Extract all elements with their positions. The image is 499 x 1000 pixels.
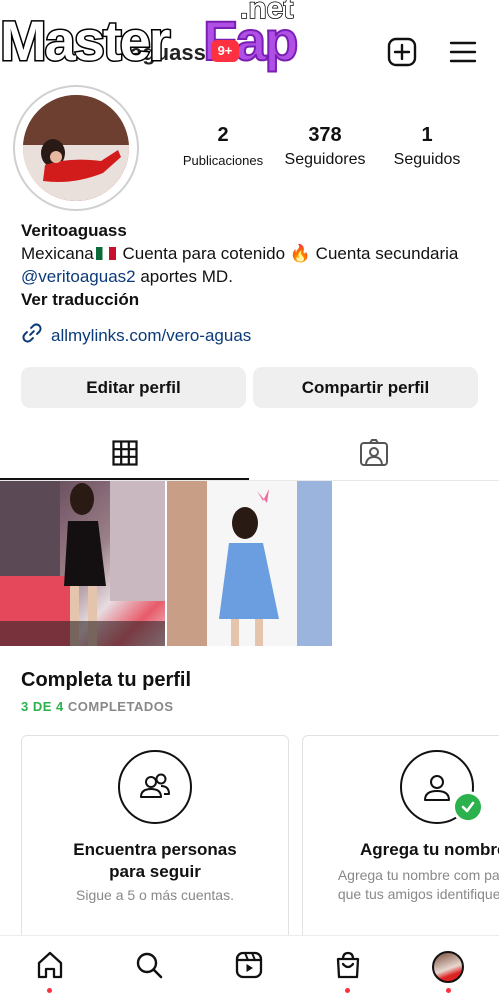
see-translation-link[interactable]: Ver traducción: [21, 288, 481, 311]
grid-icon: [111, 439, 138, 471]
post-thumbnail-1[interactable]: [0, 481, 165, 646]
tab-tagged[interactable]: [249, 430, 499, 480]
complete-profile-title: Completa tu perfil: [21, 669, 192, 691]
profile-avatar-small: [432, 951, 464, 983]
profile-avatar: [23, 95, 129, 201]
following-count: 1: [421, 124, 433, 146]
progress-rest: COMPLETADOS: [63, 699, 174, 714]
watermark-master: Master: [0, 8, 172, 74]
menu-icon[interactable]: [447, 36, 479, 68]
post-thumbnail-2[interactable]: [167, 481, 332, 646]
search-icon: [134, 950, 164, 985]
complete-profile-progress: 3 DE 4 COMPLETADOS: [21, 699, 174, 714]
profile-external-link[interactable]: allmylinks.com/vero-aguas: [21, 322, 251, 349]
bio-text-4: aportes MD.: [135, 267, 233, 286]
nav-home[interactable]: [33, 950, 67, 984]
followers-count: 378: [308, 124, 342, 146]
profile-bio: Veritoaguass Mexicana Cuenta para coteni…: [21, 219, 481, 311]
notification-badge: 9+: [211, 40, 239, 62]
profile-name: Veritoaguass: [21, 221, 127, 240]
app-header: aguass Master Fap .net 9+: [0, 0, 499, 86]
share-profile-button[interactable]: Compartir perfil: [253, 367, 478, 408]
shop-notification-dot: [345, 988, 350, 993]
link-icon: [21, 322, 43, 349]
add-name-title: Agrega tu nombre: [360, 840, 499, 859]
bottom-navigation: [0, 935, 499, 1000]
fire-emoji-icon: 🔥: [289, 244, 311, 263]
stat-followers[interactable]: 378 Seguidores: [276, 124, 374, 169]
nav-search[interactable]: [132, 950, 166, 984]
bio-text: Mexicana Cuenta para cotenido 🔥 Cuenta s…: [21, 242, 481, 288]
edit-profile-button[interactable]: Editar perfil: [21, 367, 246, 408]
link-text: allmylinks.com/vero-aguas: [51, 325, 252, 345]
followers-label: Seguidores: [284, 151, 366, 168]
posts-label: Publicaciones: [182, 153, 264, 168]
find-people-desc: Sigue a 5 o más cuentas.: [76, 887, 234, 903]
progress-done: 3 DE 4: [21, 699, 64, 714]
stat-posts[interactable]: 2 Publicaciones: [176, 124, 270, 168]
add-name-desc: Agrega tu nombre com para que tus amigos…: [337, 867, 499, 902]
people-icon: [118, 750, 192, 824]
profile-avatar-ring[interactable]: [13, 85, 139, 211]
bio-text-2: Cuenta para cotenido: [117, 244, 290, 263]
nav-reels[interactable]: [232, 950, 266, 984]
nav-shop[interactable]: [331, 950, 365, 984]
profile-notification-dot: [446, 988, 451, 993]
check-icon: [452, 791, 484, 823]
mexico-flag-icon: [95, 247, 116, 260]
stat-following[interactable]: 1 Seguidos: [384, 124, 470, 169]
home-icon: [35, 950, 65, 985]
nav-profile[interactable]: [431, 950, 465, 984]
create-post-icon[interactable]: [386, 36, 418, 68]
bio-text-3: Cuenta secundaria: [310, 244, 459, 263]
bio-mention-link[interactable]: @veritoaguas2: [21, 267, 136, 286]
shopping-bag-icon: [333, 950, 363, 985]
tagged-person-icon: [359, 438, 389, 473]
reels-icon: [234, 950, 264, 985]
bio-text-1: Mexicana: [21, 244, 94, 263]
posts-count: 2: [217, 124, 229, 146]
find-people-title: Encuentra personas para seguir: [73, 840, 237, 881]
find-people-card[interactable]: Encuentra personas para seguir Sigue a 5…: [21, 735, 289, 940]
home-notification-dot: [47, 988, 52, 993]
following-label: Seguidos: [393, 151, 461, 168]
watermark-net: .net: [239, 0, 294, 26]
tab-posts-grid[interactable]: [0, 430, 249, 480]
add-name-card[interactable]: Agrega tu nombre Agrega tu nombre com pa…: [302, 735, 499, 940]
